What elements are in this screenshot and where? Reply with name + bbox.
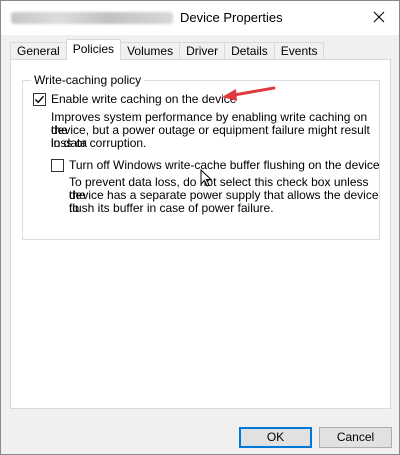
enable-write-caching-checkbox[interactable] (33, 93, 46, 106)
checkmark-icon (34, 95, 45, 104)
title-bar[interactable]: Device Properties (1, 1, 399, 35)
flushing-description-line-3: flush its buffer in case of power failur… (69, 201, 274, 215)
write-caching-policy-group: Write-caching policy Enable write cachin… (22, 73, 380, 240)
blurred-device-name (11, 12, 173, 24)
tab-volumes[interactable]: Volumes (120, 42, 181, 60)
tab-details[interactable]: Details (224, 42, 275, 60)
enable-write-caching-label[interactable]: Enable write caching on the device (51, 92, 236, 106)
device-properties-window: Device Properties General Policies Volum… (0, 0, 400, 455)
close-button[interactable] (359, 1, 399, 33)
tab-strip: General Policies Volumes Driver Details … (10, 39, 325, 60)
tab-events[interactable]: Events (273, 42, 325, 60)
turn-off-flushing-label[interactable]: Turn off Windows write-cache buffer flus… (69, 158, 380, 172)
close-icon (373, 11, 385, 23)
tab-policies[interactable]: Policies (65, 39, 122, 60)
ok-button[interactable]: OK (239, 427, 312, 448)
enable-caching-description-line-3: loss or corruption. (51, 136, 147, 150)
cancel-button[interactable]: Cancel (319, 427, 392, 448)
window-title: Device Properties (180, 10, 283, 25)
turn-off-flushing-checkbox[interactable] (51, 159, 64, 172)
group-title: Write-caching policy (31, 73, 145, 87)
policies-panel: Write-caching policy Enable write cachin… (10, 59, 391, 409)
tab-driver[interactable]: Driver (179, 42, 226, 60)
tab-general[interactable]: General (10, 42, 67, 60)
